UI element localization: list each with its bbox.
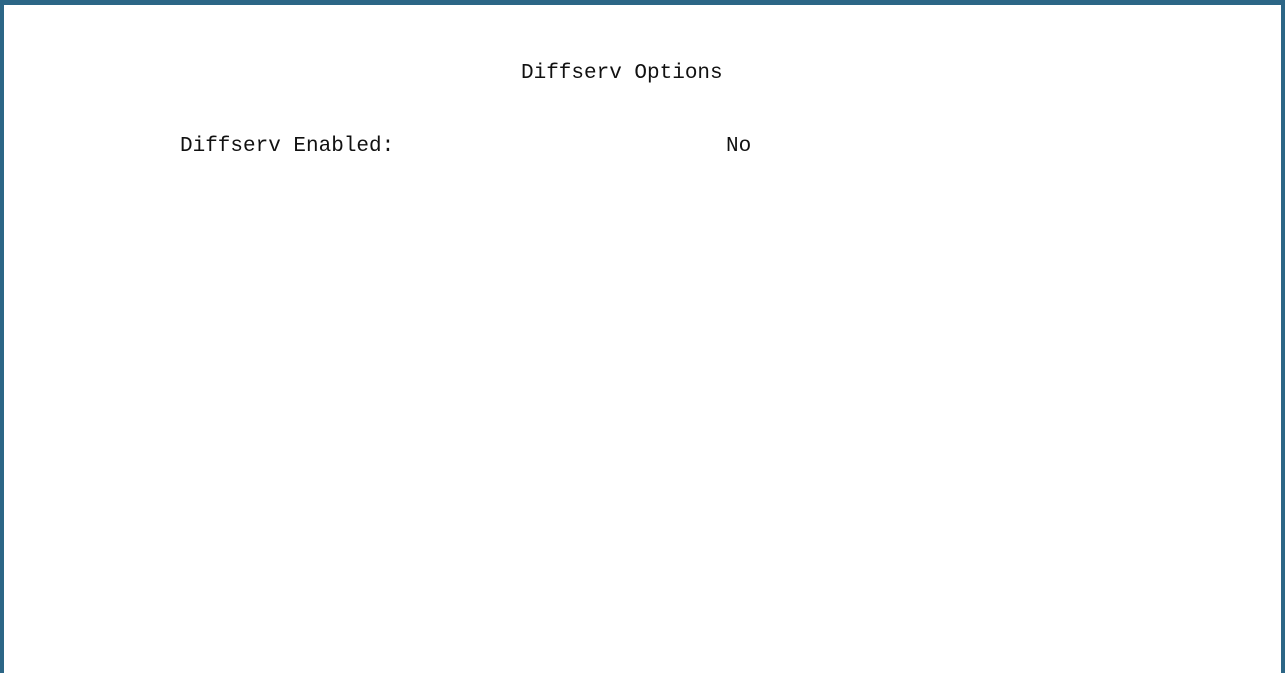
terminal-screen: Diffserv Options Diffserv Enabled: No: [0, 0, 1285, 673]
screen-title: Diffserv Options: [521, 62, 723, 85]
diffserv-enabled-label: Diffserv Enabled:: [180, 135, 395, 158]
diffserv-enabled-field[interactable]: No: [726, 135, 751, 159]
